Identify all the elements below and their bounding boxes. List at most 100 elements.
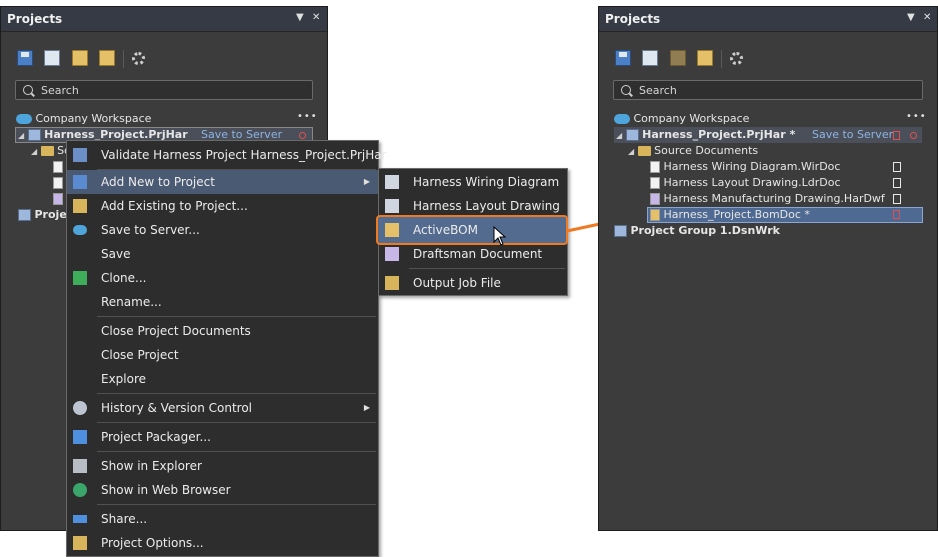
search-input[interactable]: Search xyxy=(613,80,923,100)
menu-item-add-existing[interactable]: Add Existing to Project... xyxy=(67,194,378,218)
search-placeholder: Search xyxy=(41,84,79,97)
pin-icon[interactable]: ▼ xyxy=(907,12,915,23)
save-all-icon[interactable] xyxy=(642,50,658,66)
expand-icon[interactable]: ◢ xyxy=(628,147,634,156)
harness-project-icon xyxy=(27,129,41,141)
layout-icon xyxy=(385,199,399,213)
folder-settings-icon[interactable] xyxy=(99,50,115,66)
save-icon[interactable] xyxy=(615,50,631,66)
gear-icon[interactable] xyxy=(132,52,145,65)
submenu-item-activebom[interactable]: ActiveBOM xyxy=(379,218,567,242)
menu-item-show-in-web-browser[interactable]: Show in Web Browser xyxy=(67,478,378,502)
cloud-icon xyxy=(73,225,87,235)
doc-row-manufacturing[interactable]: Harness Manufacturing Drawing.HarDwf xyxy=(650,191,885,207)
menu-separator xyxy=(97,422,376,423)
toolbar-separator xyxy=(123,50,124,68)
add-new-submenu: Harness Wiring Diagram Harness Layout Dr… xyxy=(376,168,568,296)
menu-item-save-to-server[interactable]: Save to Server... xyxy=(67,218,378,242)
expand-icon[interactable]: ◢ xyxy=(18,131,24,140)
menu-item-clone[interactable]: Clone... xyxy=(67,266,378,290)
validate-icon xyxy=(73,148,87,162)
open-folder-icon[interactable] xyxy=(670,50,686,66)
search-input[interactable]: Search xyxy=(15,80,313,100)
menu-item-share[interactable]: Share... xyxy=(67,507,378,531)
panel-title-bar: Projects ▼ ✕ xyxy=(1,7,327,32)
submenu-item-output-job[interactable]: Output Job File xyxy=(379,271,567,295)
menu-item-validate[interactable]: Validate Harness Project Harness_Project… xyxy=(67,143,387,167)
draftsman-icon xyxy=(385,247,399,261)
doc-row[interactable] xyxy=(53,159,63,175)
menu-item-show-in-explorer[interactable]: Show in Explorer xyxy=(67,454,378,478)
search-icon xyxy=(621,85,631,95)
context-menu: Validate Harness Project Harness_Project… xyxy=(66,140,387,557)
outjob-icon xyxy=(385,276,399,290)
expand-icon[interactable]: ◢ xyxy=(31,147,37,156)
more-icon[interactable]: ••• xyxy=(906,111,927,122)
folder-icon xyxy=(637,146,651,156)
panel-toolbar xyxy=(1,44,327,74)
close-icon[interactable]: ✕ xyxy=(923,12,931,23)
source-documents-row[interactable]: ◢ Source Documents xyxy=(628,143,758,159)
save-all-icon[interactable] xyxy=(44,50,60,66)
save-to-server-link[interactable]: Save to Server xyxy=(812,128,893,141)
document-icon xyxy=(893,194,901,204)
toolbar-separator xyxy=(721,50,722,68)
menu-item-project-options[interactable]: Project Options... xyxy=(67,531,378,555)
close-icon[interactable]: ✕ xyxy=(312,12,320,23)
manufacturing-doc-icon xyxy=(53,193,63,205)
menu-item-history[interactable]: History & Version Control ▶ xyxy=(67,396,378,420)
save-icon[interactable] xyxy=(17,50,33,66)
doc-label: Harness Wiring Diagram.WirDoc xyxy=(663,160,841,173)
menu-item-packager[interactable]: Project Packager... xyxy=(67,425,378,449)
menu-item-rename[interactable]: Rename... xyxy=(67,290,378,314)
modified-icon xyxy=(299,132,306,139)
layout-doc-icon xyxy=(650,177,660,189)
submenu-item-draftsman[interactable]: Draftsman Document xyxy=(379,242,567,266)
doc-row[interactable] xyxy=(53,175,63,191)
doc-label: Harness Manufacturing Drawing.HarDwf xyxy=(663,192,885,205)
workspace-row[interactable]: Company Workspace xyxy=(614,111,749,127)
globe-icon xyxy=(73,483,87,497)
options-icon xyxy=(73,536,87,550)
modified-doc-icon xyxy=(893,131,900,140)
workspace-label: Company Workspace xyxy=(35,112,152,125)
menu-item-close-project[interactable]: Close Project xyxy=(67,343,378,367)
wiring-doc-icon xyxy=(650,161,660,173)
pin-icon[interactable]: ▼ xyxy=(296,12,304,23)
workspace-row[interactable]: Company Workspace xyxy=(16,111,151,127)
layout-doc-icon xyxy=(53,177,63,189)
cloud-icon xyxy=(16,114,32,124)
menu-item-save[interactable]: Save xyxy=(67,242,378,266)
expand-icon[interactable]: ◢ xyxy=(616,131,622,140)
wiring-icon xyxy=(385,175,399,189)
search-icon xyxy=(23,85,33,95)
project-group-row[interactable]: Project Group 1.DsnWrk xyxy=(614,223,780,239)
panel-title: Projects xyxy=(7,12,63,26)
modified-icon xyxy=(910,132,917,139)
doc-row-layout[interactable]: Harness Layout Drawing.LdrDoc xyxy=(650,175,841,191)
panel-title-bar: Projects ▼ ✕ xyxy=(599,7,937,32)
doc-row-wiring[interactable]: Harness Wiring Diagram.WirDoc xyxy=(650,159,840,175)
project-row[interactable]: ◢ Harness_Project.PrjHar * xyxy=(616,127,795,143)
folder-settings-icon[interactable] xyxy=(697,50,713,66)
history-icon xyxy=(73,401,87,415)
project-group-row[interactable]: Projec xyxy=(18,207,73,223)
menu-item-explore[interactable]: Explore xyxy=(67,367,378,391)
project-group-icon xyxy=(614,225,627,237)
document-icon xyxy=(893,162,901,172)
menu-item-add-new[interactable]: Add New to Project ▶ xyxy=(67,170,378,194)
submenu-arrow-icon: ▶ xyxy=(363,403,370,412)
menu-item-close-documents[interactable]: Close Project Documents xyxy=(67,319,378,343)
doc-row[interactable] xyxy=(53,191,63,207)
submenu-item-wiring-diagram[interactable]: Harness Wiring Diagram xyxy=(379,170,567,194)
more-icon[interactable]: ••• xyxy=(297,111,318,122)
open-folder-icon[interactable] xyxy=(72,50,88,66)
doc-row-bom[interactable]: Harness_Project.BomDoc * xyxy=(650,207,810,223)
cloud-icon xyxy=(614,114,630,124)
menu-separator xyxy=(409,268,565,269)
source-documents-row[interactable]: ◢ So xyxy=(31,143,71,159)
bom-icon xyxy=(385,223,399,237)
gear-icon[interactable] xyxy=(730,52,743,65)
panel-toolbar xyxy=(599,44,937,74)
wiring-doc-icon xyxy=(53,161,63,173)
